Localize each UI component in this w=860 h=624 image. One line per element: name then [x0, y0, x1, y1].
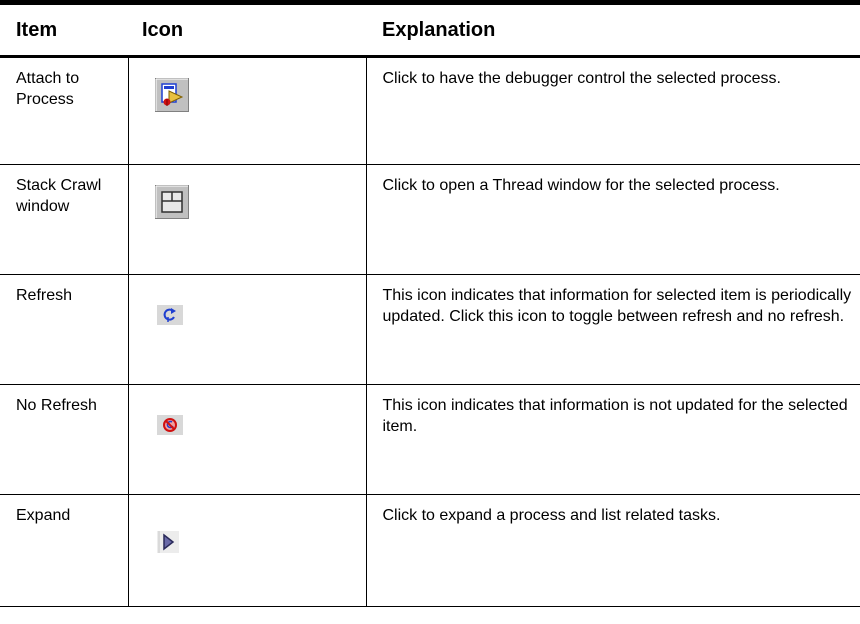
header-item: Item	[0, 0, 128, 58]
icon-cell	[127, 274, 367, 385]
header-icon: Icon	[128, 0, 366, 58]
table-header-row: Item Icon Explanation	[0, 0, 860, 58]
icon-cell	[127, 384, 367, 495]
item-explanation: Click to open a Thread window for the se…	[366, 164, 860, 275]
icon-cell	[127, 494, 367, 607]
item-explanation: Click to have the debugger control the s…	[366, 56, 860, 165]
item-explanation: This icon indicates that information for…	[366, 274, 860, 385]
item-name: Expand	[0, 494, 128, 607]
header-explanation: Explanation	[366, 0, 860, 58]
item-name: No Refresh	[0, 384, 128, 495]
item-explanation: Click to expand a process and list relat…	[366, 494, 860, 607]
table-row: Refresh This icon indicates that informa…	[0, 274, 860, 385]
item-explanation: This icon indicates that information is …	[366, 384, 860, 495]
table-row: Stack Crawl window Click to open a Threa…	[0, 164, 860, 275]
table-row: Expand Click to expand a process and lis…	[0, 494, 860, 607]
item-name: Attach to Process	[0, 56, 128, 165]
table-row: No Refresh This icon indicates that info…	[0, 384, 860, 495]
icon-reference-table: Item Icon Explanation Attach to Process	[0, 0, 860, 607]
item-name: Stack Crawl window	[0, 164, 128, 275]
icon-cell	[127, 164, 367, 275]
attach-to-process-icon	[154, 78, 189, 118]
expand-icon	[156, 531, 179, 559]
no-refresh-icon	[156, 415, 183, 441]
table-row: Attach to Process Click to have the debu…	[0, 56, 860, 165]
icon-cell	[127, 56, 367, 165]
item-name: Refresh	[0, 274, 128, 385]
stack-crawl-window-icon	[154, 185, 189, 225]
refresh-icon	[156, 305, 183, 331]
